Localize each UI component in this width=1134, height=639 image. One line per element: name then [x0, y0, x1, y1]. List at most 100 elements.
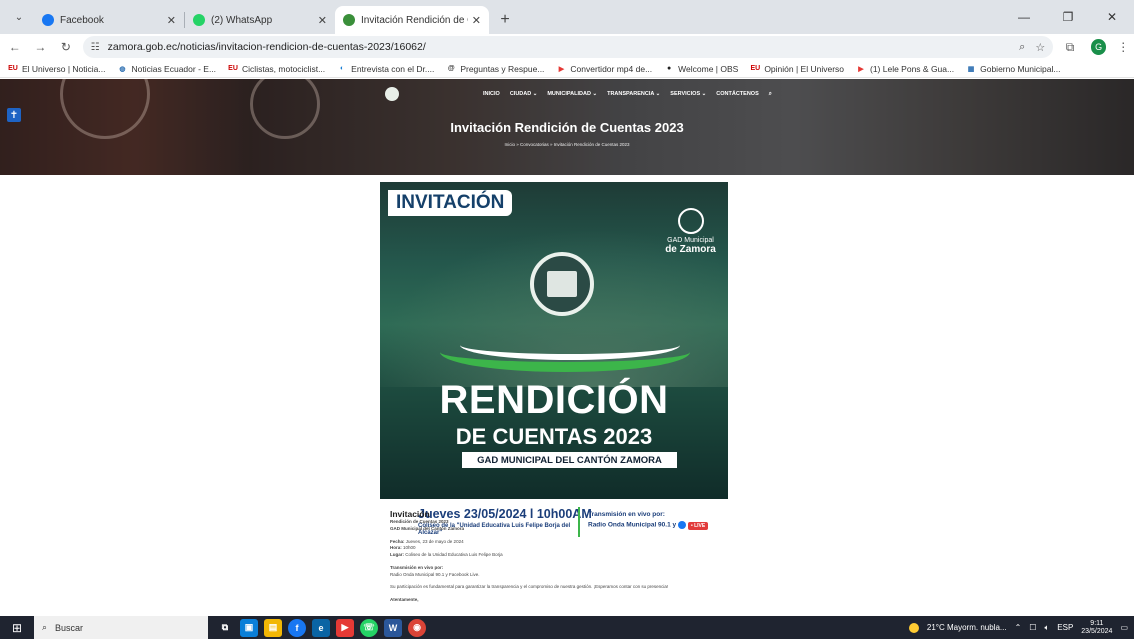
tab-search-icon[interactable]: ⌄	[6, 4, 32, 30]
bookmark-label: Entrevista con el Dr....	[351, 63, 435, 74]
reload-icon[interactable]: ↻	[55, 36, 77, 58]
whatsapp-icon[interactable]: ☏	[360, 618, 378, 637]
url-text[interactable]: zamora.gob.ec/noticias/invitacion-rendic…	[108, 41, 1010, 53]
facebook-icon[interactable]: f	[288, 618, 306, 637]
breadcrumb[interactable]: Inicio » Convocatorias » Invitación Rend…	[0, 142, 1134, 147]
network-icon[interactable]: ☐	[1029, 623, 1036, 632]
nav-servicios[interactable]: SERVICIOS ⌄	[670, 91, 706, 98]
nav-search-icon[interactable]: ⌕	[769, 91, 772, 98]
building-icon	[547, 271, 577, 297]
file-explorer-icon[interactable]: ▤	[264, 618, 282, 637]
minimize-icon[interactable]: —	[1002, 0, 1046, 34]
word-icon[interactable]: W	[384, 618, 402, 637]
address-bar[interactable]: ☷ zamora.gob.ec/noticias/invitacion-rend…	[82, 36, 1054, 58]
eu-icon: EU	[750, 65, 761, 72]
tab-facebook[interactable]: Facebook ✕	[34, 6, 184, 34]
bookmark-item[interactable]: EU Opinión | El Universo	[750, 64, 844, 74]
nav-inicio[interactable]: INICIO	[483, 91, 500, 98]
close-icon[interactable]: ✕	[167, 14, 176, 27]
chrome-icon[interactable]: ◉	[408, 618, 426, 637]
bookmark-label: Convertidor mp4 de...	[570, 63, 653, 74]
bookmark-item[interactable]: ▶ (1) Lele Pons & Gua...	[856, 64, 954, 74]
bookmark-star-icon[interactable]: ☆	[1035, 41, 1045, 54]
tray-chevron-icon[interactable]: ⌃	[1015, 623, 1022, 632]
play-icon: ▶	[558, 65, 565, 73]
close-icon[interactable]: ✕	[318, 14, 327, 27]
nav-municipalidad[interactable]: MUNICIPALIDAD ⌄	[547, 91, 597, 98]
nav-transparencia[interactable]: TRANSPARENCIA ⌄	[607, 91, 660, 98]
windows-taskbar: ⊞ ⌕ Buscar ⧉ ▣ ▤ f e ▶ ☏ W ◉ 21°C Mayorm…	[0, 616, 1134, 639]
taskbar-search-placeholder: Buscar	[55, 622, 84, 633]
bookmark-item[interactable]: @ Preguntas y Respue...	[446, 64, 545, 74]
browser-tab-strip: ⌄ Facebook ✕ (2) WhatsApp ✕ Invitación R…	[0, 0, 1134, 34]
eu-icon: EU	[228, 65, 238, 72]
site-settings-icon[interactable]: ☷	[91, 42, 100, 53]
bookmark-item[interactable]: EU Ciclistas, motociclist...	[228, 64, 325, 74]
article-line: Lugar: Coliseo de la Unidad Educativa Lu…	[390, 552, 750, 559]
weather-icon[interactable]	[908, 622, 919, 633]
bookmark-label: Welcome | OBS	[678, 63, 739, 74]
store-icon[interactable]: ▣	[240, 618, 258, 637]
lugar-value: Coliseo de la Unidad Educativa Luis Feli…	[405, 552, 503, 557]
site-menu: INICIO CIUDAD ⌄ MUNICIPALIDAD ⌄ TRANSPAR…	[483, 91, 772, 98]
globe-icon: ◍	[119, 65, 126, 73]
bookmark-label: Ciclistas, motociclist...	[242, 63, 326, 74]
edge-icon[interactable]: e	[312, 618, 330, 637]
at-icon: @	[447, 65, 455, 72]
tab-invitacion[interactable]: Invitación Rendición de Cuenta ✕	[335, 6, 489, 34]
youtube-icon: ▶	[858, 65, 864, 73]
facebook-icon	[42, 14, 54, 26]
close-icon[interactable]: ✕	[472, 14, 481, 27]
eu-icon: EU	[8, 65, 18, 72]
clock-date: 23/5/2024	[1081, 627, 1113, 635]
tab-whatsapp[interactable]: (2) WhatsApp ✕	[185, 6, 335, 34]
page-title: Invitación Rendición de Cuentas 2023	[450, 120, 684, 135]
taskbar-search[interactable]: ⌕ Buscar	[34, 616, 208, 639]
article-line: Atentamente,	[390, 597, 750, 604]
bookmark-item[interactable]: ● Welcome | OBS	[664, 64, 738, 74]
windows-start-icon[interactable]: ⊞	[0, 616, 34, 639]
site-navbar: INICIO CIUDAD ⌄ MUNICIPALIDAD ⌄ TRANSPAR…	[385, 85, 772, 103]
browser-toolbar: ← → ↻ ☷ zamora.gob.ec/noticias/invitacio…	[0, 34, 1134, 60]
window-controls: — ❐ ✕	[1002, 0, 1134, 34]
site-logo[interactable]	[385, 86, 455, 102]
extensions-icon[interactable]: ⧉	[1059, 36, 1081, 58]
transmission-heading: Transmisión en vivo por:	[390, 564, 444, 570]
new-tab-button[interactable]: +	[493, 8, 517, 32]
youtube-icon[interactable]: ▶	[336, 618, 354, 637]
nav-contactenos[interactable]: CONTÁCTENOS	[716, 91, 758, 98]
poster-subheadline: DE CUENTAS 2023	[455, 424, 653, 449]
back-icon[interactable]: ←	[4, 36, 26, 58]
article-message: Su participación es fundamental para gar…	[390, 584, 669, 590]
restore-icon[interactable]: ❐	[1046, 0, 1090, 34]
zoom-icon[interactable]: ⌕	[1019, 41, 1025, 54]
task-view-icon[interactable]: ⧉	[216, 619, 234, 637]
nav-ciudad[interactable]: CIUDAD ⌄	[510, 91, 538, 98]
forward-icon[interactable]: →	[30, 36, 52, 58]
bookmark-item[interactable]: EU El Universo | Noticia...	[8, 64, 105, 74]
bookmark-label: El Universo | Noticia...	[22, 63, 106, 74]
bookmark-item[interactable]: ▶ Convertidor mp4 de...	[556, 64, 652, 74]
bookmark-item[interactable]: ◐ Entrevista con el Dr....	[337, 64, 434, 74]
language-indicator[interactable]: ESP	[1057, 623, 1073, 632]
volume-icon[interactable]: 🔈︎	[1044, 623, 1049, 633]
accessibility-icon[interactable]: ✝	[7, 108, 21, 122]
poster-headline: RENDICIÓN	[439, 378, 669, 422]
bookmark-item[interactable]: ▦ Gobierno Municipal...	[966, 64, 1061, 74]
profile-avatar[interactable]: G	[1090, 39, 1107, 55]
article-heading: Invitación	[390, 509, 430, 519]
notifications-icon[interactable]: ▭	[1120, 623, 1128, 632]
weather-text[interactable]: 21°C Mayorm. nubla...	[927, 623, 1007, 632]
bookmark-label: (1) Lele Pons & Gua...	[870, 63, 955, 74]
fecha-value: Jueves, 23 de mayo de 2024	[405, 538, 464, 544]
taskbar-clock[interactable]: 9:11 23/5/2024	[1081, 620, 1112, 635]
menu-kebab-icon[interactable]: ⋮	[1112, 36, 1134, 58]
zamora-favicon-icon	[343, 14, 355, 26]
close-window-icon[interactable]: ✕	[1090, 0, 1134, 34]
gad-seal-icon	[677, 208, 704, 234]
white-swoosh-decoration	[460, 330, 680, 360]
gad-logo-line1: GAD Municipal	[667, 237, 714, 244]
bookmark-item[interactable]: ◍ Noticias Ecuador - E...	[117, 64, 216, 74]
transmission-text: Radio Onda Municipal 90.1 y Facebook Liv…	[390, 571, 480, 577]
whatsapp-icon	[193, 14, 205, 26]
